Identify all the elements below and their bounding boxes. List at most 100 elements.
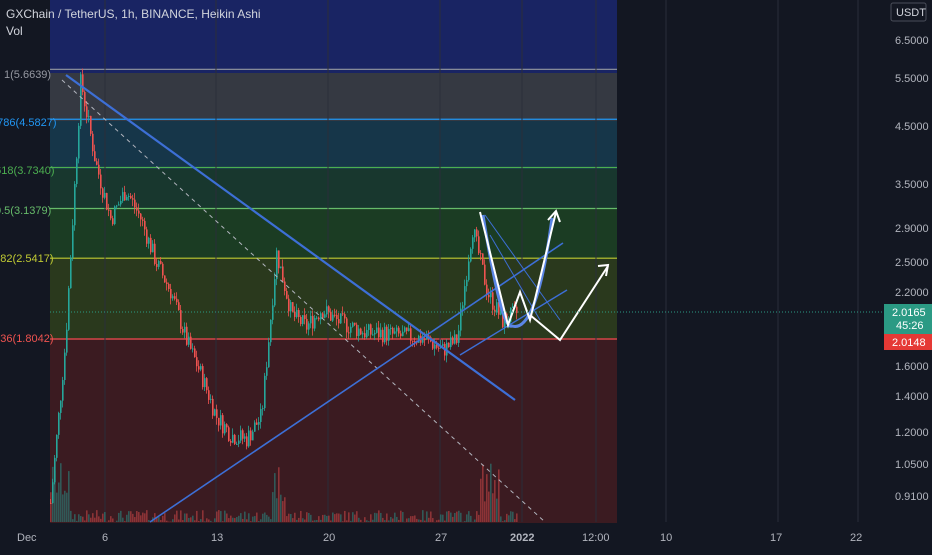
candle-body (464, 286, 466, 305)
candle-body (62, 380, 64, 401)
volume-bar (110, 516, 112, 522)
volume-bar (176, 511, 178, 522)
volume-bar (186, 513, 188, 522)
candle-body (472, 237, 474, 248)
candle-body (230, 441, 232, 443)
chart-legend-title[interactable]: GXChain / TetherUS, 1h, BINANCE, Heikin … (6, 7, 261, 21)
candle-body (128, 196, 130, 197)
volume-bar (116, 521, 118, 522)
volume-bar (298, 518, 300, 522)
volume-bar (456, 512, 458, 522)
candle-body (248, 431, 250, 447)
volume-bar (402, 512, 404, 522)
volume-bar (446, 511, 448, 522)
volume-bar (302, 518, 304, 522)
candle-body (138, 211, 140, 214)
candle-body (214, 409, 216, 415)
volume-bar (78, 514, 80, 522)
candle-body (488, 295, 490, 297)
fib-zone-4 (50, 209, 617, 258)
volume-bar (484, 501, 486, 522)
fib-labels: 1(5.6639) 0.786(4.5827) 0.618(3.7340) 0.… (0, 69, 57, 345)
candle-body (358, 329, 360, 336)
candle-body (208, 390, 210, 400)
candle-body (384, 327, 386, 343)
volume-bar (282, 501, 284, 522)
volume-bar (476, 511, 478, 522)
candle-body (482, 253, 484, 264)
volume-bar (98, 516, 100, 522)
volume-bar (60, 463, 62, 522)
candle-body (344, 314, 346, 318)
candle-body (54, 458, 56, 482)
volume-bar (480, 479, 482, 522)
volume-bar (428, 518, 430, 522)
price-axis[interactable]: 6.5000 5.5000 4.5000 3.5000 2.9000 2.500… (882, 0, 932, 550)
volume-bar (460, 513, 462, 522)
volume-legend[interactable]: Vol (6, 24, 23, 38)
volume-bar (368, 521, 370, 522)
volume-bar (194, 520, 196, 522)
y-tick: 2.9000 (895, 223, 929, 235)
y-tick: 2.2000 (895, 287, 929, 299)
x-tick: 27 (435, 532, 447, 544)
volume-bar (338, 514, 340, 522)
candle-body (308, 323, 310, 329)
volume-bar (412, 516, 414, 522)
candle-body (330, 312, 332, 321)
candle-body (256, 422, 258, 424)
volume-bar (190, 517, 192, 522)
candle-body (80, 74, 82, 126)
x-tick: 10 (660, 532, 672, 544)
candle-body (484, 265, 486, 285)
fib-zone-2 (50, 121, 617, 169)
volume-bar (214, 518, 216, 522)
volume-bar (92, 513, 94, 522)
volume-bar (478, 515, 480, 522)
candle-body (252, 432, 254, 441)
candle-body (432, 342, 434, 349)
volume-bar (178, 519, 180, 522)
fib-label-1: 1(5.6639) (4, 69, 51, 81)
candle-body (386, 327, 388, 341)
candle-body (434, 345, 436, 349)
candle-body (356, 325, 358, 336)
candle-body (92, 134, 94, 151)
volume-bar (286, 516, 288, 522)
candle-body (378, 328, 380, 338)
volume-bar (374, 513, 376, 522)
candle-body (452, 337, 454, 343)
candle-body (400, 333, 402, 336)
volume-bar (394, 513, 396, 522)
volume-bar (278, 467, 280, 522)
volume-bar (160, 520, 162, 522)
candle-body (424, 339, 426, 340)
volume-bar (82, 517, 84, 522)
candle-body (164, 275, 166, 282)
candle-body (334, 315, 336, 316)
fib-label-0618: 0.618(3.7340) (0, 165, 55, 177)
volume-bar (122, 518, 124, 522)
volume-bar (268, 517, 270, 522)
time-axis[interactable]: Dec 6 13 20 27 2022 12:00 10 17 22 (0, 523, 932, 550)
chart-area[interactable]: 1(5.6639) 0.786(4.5827) 0.618(3.7340) 0.… (0, 0, 932, 550)
volume-bar (292, 518, 294, 522)
candle-body (216, 409, 218, 418)
x-tick: 17 (770, 532, 782, 544)
candle-body (154, 244, 156, 264)
candle-body (468, 261, 470, 279)
candle-body (244, 436, 246, 438)
volume-bar (280, 495, 282, 522)
candle-body (98, 165, 100, 175)
volume-bar (130, 511, 132, 522)
volume-bar (100, 519, 102, 522)
candle-body (82, 74, 84, 92)
candle-body (112, 218, 114, 224)
second-price-value: 2.0148 (892, 337, 926, 349)
volume-bar (172, 519, 174, 522)
volume-bar (192, 516, 194, 522)
x-tick: 6 (102, 532, 108, 544)
fib-zones (50, 0, 617, 523)
candle-body (412, 341, 414, 342)
candle-body (116, 206, 118, 207)
